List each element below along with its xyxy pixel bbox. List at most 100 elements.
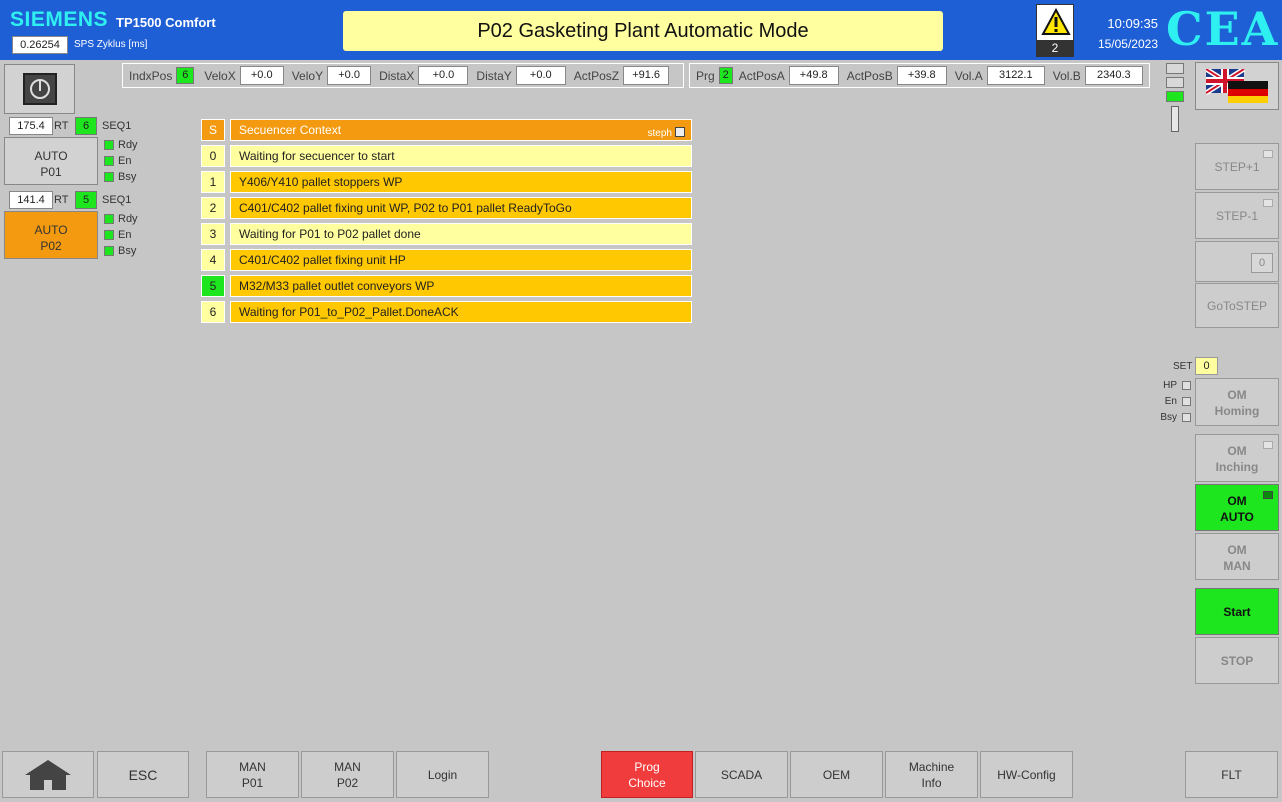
velox-value: +0.0 xyxy=(239,66,284,85)
om-man-line2: MAN xyxy=(1223,559,1251,573)
language-flag-icon xyxy=(1206,69,1268,103)
alarm-count: 2 xyxy=(1037,40,1073,56)
prog-choice-button[interactable]: Prog Choice xyxy=(601,751,693,798)
man-p01-button[interactable]: MAN P01 xyxy=(206,751,299,798)
axis-status-bar-right: Prg 2 ActPosA +49.8 ActPosB +39.8 Vol.A … xyxy=(689,63,1150,88)
header-bar: SIEMENS TP1500 Comfort 0.26254 SPS Zyklu… xyxy=(0,0,1282,60)
set-value[interactable]: 0 xyxy=(1195,357,1218,375)
distax-value: +0.0 xyxy=(418,66,469,85)
alarm-indicator[interactable]: 2 xyxy=(1036,4,1074,57)
distay-label: DistaY xyxy=(476,68,512,83)
steph-checkbox[interactable] xyxy=(675,127,685,137)
actposa-label: ActPosA xyxy=(738,68,785,83)
om-homing-button[interactable]: OM Homing xyxy=(1195,378,1279,426)
auto-p01-button[interactable]: AUTO P01 xyxy=(4,137,98,185)
flt-button[interactable]: FLT xyxy=(1185,751,1278,798)
p01-runtime-label: RT xyxy=(54,120,69,132)
step-value[interactable]: 0 xyxy=(1251,253,1273,273)
p01-step-number: 6 xyxy=(75,117,97,135)
indxpos-label: IndxPos xyxy=(129,68,173,83)
status-indicator xyxy=(1166,63,1184,74)
step-minus-label: STEP-1 xyxy=(1215,209,1258,223)
en-label: En xyxy=(1164,396,1177,407)
velox-label: VeloX xyxy=(204,68,236,83)
om-man-button[interactable]: OM MAN xyxy=(1195,533,1279,580)
step-number: 2 xyxy=(201,197,225,219)
step-number: 4 xyxy=(201,249,225,271)
steph-label: steph xyxy=(647,128,672,139)
om-auto-button[interactable]: OM AUTO xyxy=(1195,484,1279,531)
step-number: 1 xyxy=(201,171,225,193)
power-button[interactable] xyxy=(4,64,75,114)
esc-label: ESC xyxy=(128,766,158,783)
step-value-box: 0 xyxy=(1195,241,1279,282)
machine-info-line1: Machine xyxy=(908,759,955,774)
clock-date: 15/05/2023 xyxy=(1097,37,1158,51)
step-text: Waiting for P01 to P02 pallet done xyxy=(230,223,692,245)
man-p02-line2: P02 xyxy=(336,775,359,790)
hw-config-button[interactable]: HW-Config xyxy=(980,751,1073,798)
prog-choice-line1: Prog xyxy=(634,759,660,774)
machine-info-button[interactable]: Machine Info xyxy=(885,751,978,798)
auto-p02-button[interactable]: AUTO P02 xyxy=(4,211,98,259)
p02-step-number: 5 xyxy=(75,191,97,209)
actposz-label: ActPosZ xyxy=(573,68,620,83)
step-text: M32/M33 pallet outlet conveyors WP xyxy=(230,275,692,297)
om-inching-line2: Inching xyxy=(1215,460,1259,474)
language-button[interactable] xyxy=(1195,62,1279,110)
prog-choice-line2: Choice xyxy=(628,775,666,790)
man-p02-button[interactable]: MAN P02 xyxy=(301,751,394,798)
stop-label: STOP xyxy=(1220,654,1254,668)
start-button[interactable]: Start xyxy=(1195,588,1279,635)
flt-label: FLT xyxy=(1221,767,1242,782)
clock-time: 10:09:35 xyxy=(1107,16,1158,31)
step-number: 6 xyxy=(201,301,225,323)
bsy-led xyxy=(1182,413,1191,422)
om-inching-button[interactable]: OM Inching xyxy=(1195,434,1279,482)
p02-en-led xyxy=(104,230,114,240)
man-p02-line1: MAN xyxy=(334,759,361,774)
oem-button[interactable]: OEM xyxy=(790,751,883,798)
p02-runtime-label: RT xyxy=(54,194,69,206)
step-text: Y406/Y410 pallet stoppers WP xyxy=(230,171,692,193)
steph-toggle[interactable]: steph xyxy=(648,124,685,144)
goto-step-button[interactable]: GoToSTEP xyxy=(1195,283,1279,328)
machine-info-line2: Info xyxy=(921,775,942,790)
p01-bsy-label: Bsy xyxy=(118,171,137,183)
home-button[interactable] xyxy=(2,751,94,798)
sequencer-header-text: Secuencer Context steph xyxy=(230,119,692,141)
login-button[interactable]: Login xyxy=(396,751,489,798)
p02-sequence-panel: 141.4 RT 5 SEQ1 AUTO P02 Rdy En Bsy xyxy=(4,191,154,261)
p02-en-label: En xyxy=(118,229,132,241)
step-number: 5 xyxy=(201,275,225,297)
step-number: 0 xyxy=(201,145,225,167)
step-plus-button[interactable]: STEP+1 xyxy=(1195,143,1279,190)
step-number: 3 xyxy=(201,223,225,245)
p01-bsy-led xyxy=(104,172,114,182)
home-icon xyxy=(25,759,71,790)
actposz-value: +91.6 xyxy=(623,66,670,85)
auto-p01-line1: AUTO xyxy=(34,149,68,163)
sequencer-header-num: S xyxy=(201,119,225,141)
om-man-line1: OM xyxy=(1227,543,1247,557)
esc-button[interactable]: ESC xyxy=(97,751,189,798)
scroll-handle[interactable] xyxy=(1171,106,1179,132)
stop-button[interactable]: STOP xyxy=(1195,637,1279,684)
login-label: Login xyxy=(427,767,458,782)
step-minus-button[interactable]: STEP-1 xyxy=(1195,192,1279,239)
p02-bsy-led xyxy=(104,246,114,256)
p01-en-led xyxy=(104,156,114,166)
scada-label: SCADA xyxy=(720,767,763,782)
axis-status-bar-left: IndxPos 6 VeloX +0.0 VeloY +0.0 DistaX +… xyxy=(122,63,684,88)
p02-seq-label: SEQ1 xyxy=(102,194,132,206)
step-text: C401/C402 pallet fixing unit WP, P02 to … xyxy=(230,197,692,219)
volb-value: 2340.3 xyxy=(1084,66,1143,85)
p02-rdy-label: Rdy xyxy=(118,213,138,225)
sequencer-header-label: Secuencer Context xyxy=(239,123,342,137)
p01-en-label: En xyxy=(118,155,132,167)
p01-runtime-value: 175.4 xyxy=(9,117,53,135)
man-p01-line2: P01 xyxy=(241,775,264,790)
hp-label: HP xyxy=(1163,380,1177,391)
p02-rdy-led xyxy=(104,214,114,224)
scada-button[interactable]: SCADA xyxy=(695,751,788,798)
